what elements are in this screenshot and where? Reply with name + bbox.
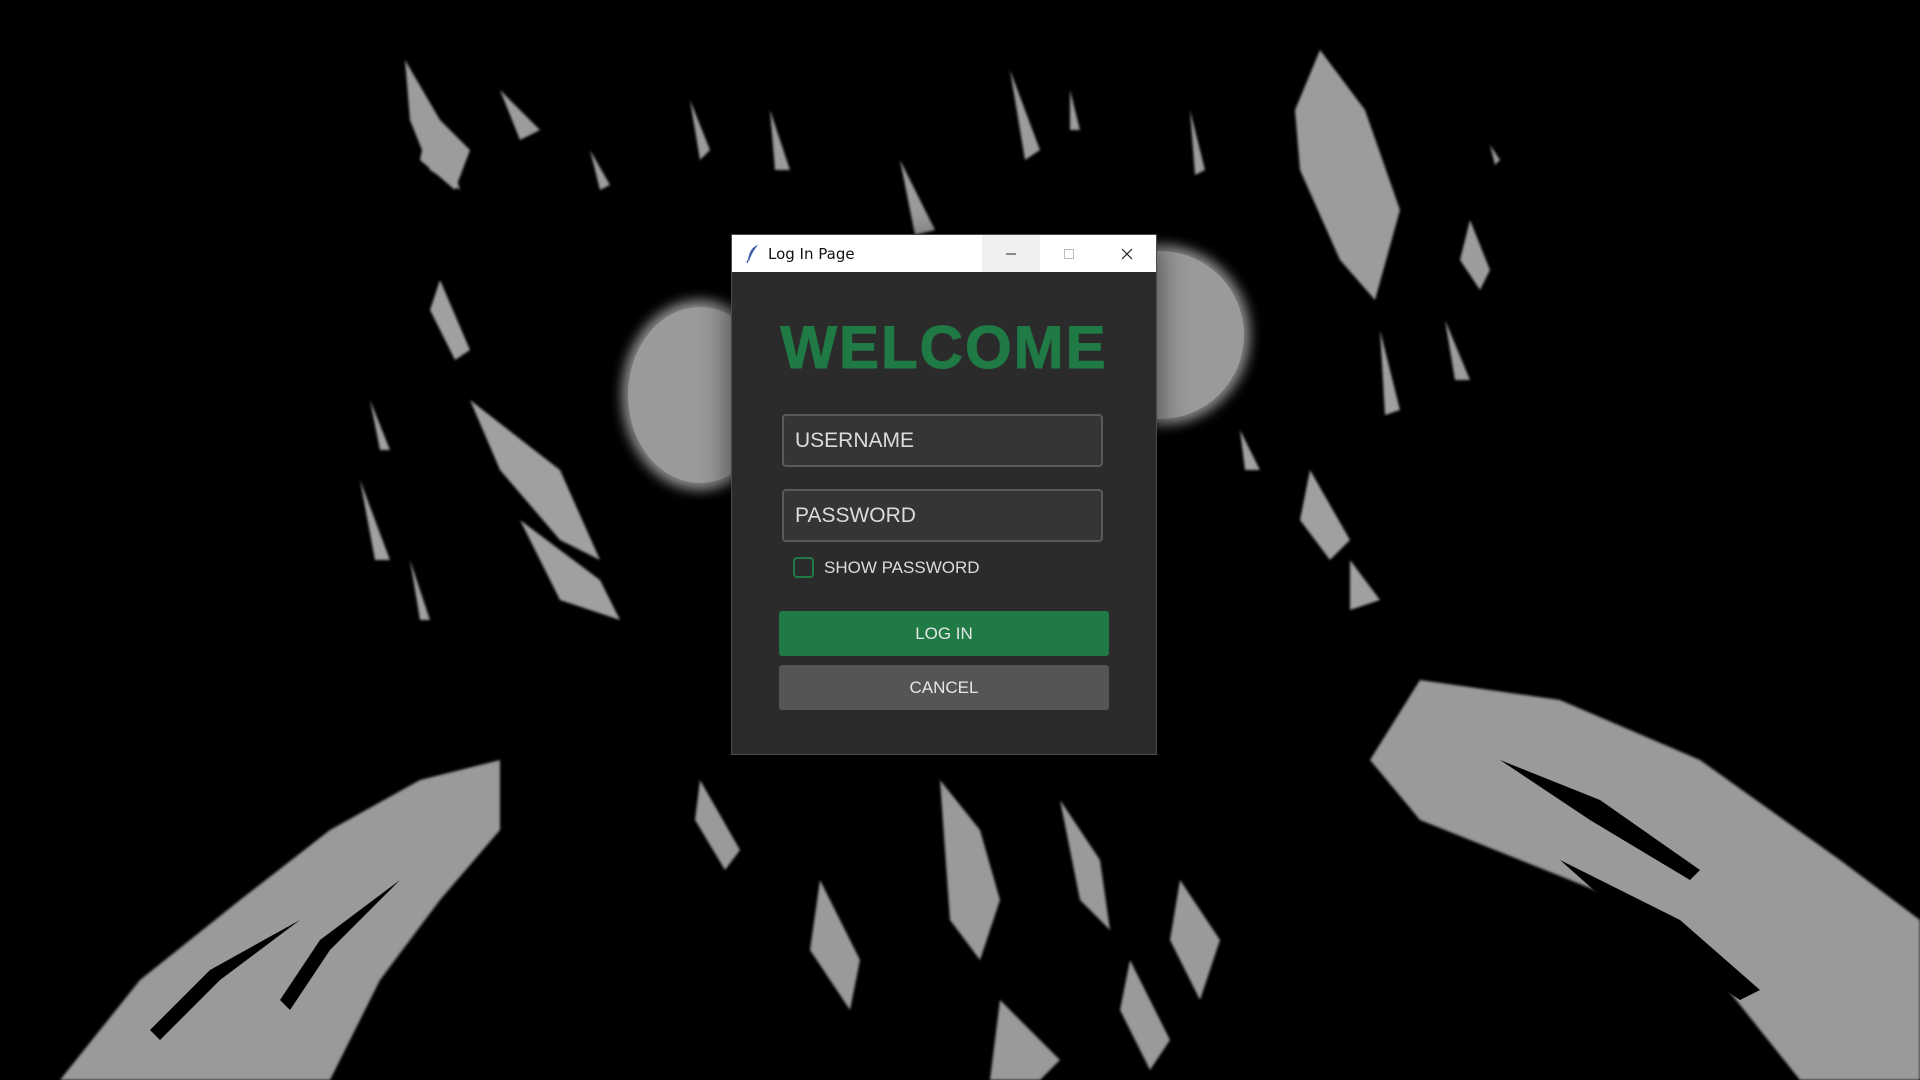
password-input[interactable] <box>793 502 1101 529</box>
minimize-button[interactable] <box>982 235 1040 272</box>
maximize-icon <box>1064 248 1074 259</box>
show-password-label: SHOW PASSWORD <box>824 557 980 577</box>
title-bar[interactable]: Log In Page <box>732 235 1156 272</box>
login-window: Log In Page WELCOME SHOW PASSWORD <box>731 234 1157 755</box>
window-controls <box>982 235 1156 272</box>
show-password-checkbox[interactable] <box>793 557 814 578</box>
close-icon <box>1121 248 1133 259</box>
cancel-button[interactable]: CANCEL <box>779 665 1109 710</box>
show-password-toggle[interactable]: SHOW PASSWORD <box>793 557 980 578</box>
window-title: Log In Page <box>768 244 855 263</box>
username-field[interactable] <box>782 414 1103 467</box>
desktop: Log In Page WELCOME SHOW PASSWORD <box>0 0 1920 1080</box>
feather-icon <box>745 244 761 264</box>
welcome-heading: WELCOME <box>780 314 1108 382</box>
username-input[interactable] <box>793 427 1101 454</box>
maximize-button[interactable] <box>1040 235 1098 272</box>
password-field[interactable] <box>782 489 1103 542</box>
login-button[interactable]: LOG IN <box>779 611 1109 656</box>
minimize-icon <box>1006 253 1016 254</box>
close-button[interactable] <box>1098 235 1156 272</box>
